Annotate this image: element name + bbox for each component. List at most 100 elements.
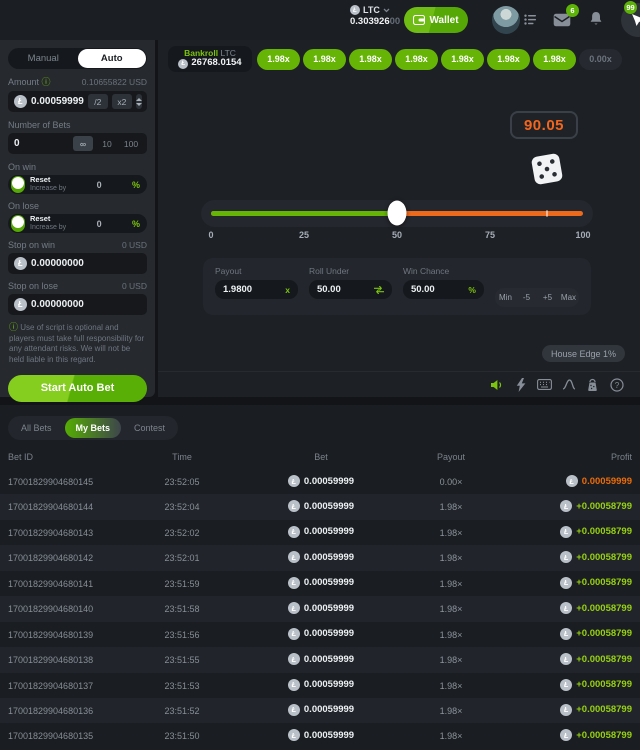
win-chance-min-button[interactable]: Min xyxy=(495,288,516,307)
bets-100-button[interactable]: 100 xyxy=(121,136,141,151)
table-row: 1700182990468013623:51:52Ł0.000599991.98… xyxy=(0,698,640,723)
bet-id[interactable]: 17001829904680136 xyxy=(8,706,93,716)
multiplier-pill: 0.00x xyxy=(579,49,622,70)
bell-icon[interactable] xyxy=(589,11,603,27)
start-auto-bet-button[interactable]: Start Auto Bet xyxy=(8,375,147,402)
bet-amount: Ł0.00059999 xyxy=(236,577,406,589)
wallet-button[interactable]: Wallet xyxy=(404,7,468,33)
ltc-coin-icon: Ł xyxy=(560,628,572,640)
infinity-bets-button[interactable]: ∞ xyxy=(73,136,93,151)
on-win-value[interactable]: 0 xyxy=(71,180,127,190)
bet-profit: Ł+0.00058799 xyxy=(560,679,632,691)
amount-value: 0.00059999 xyxy=(31,96,84,107)
on-lose-value[interactable]: 0 xyxy=(71,219,127,229)
bet-id[interactable]: 17001829904680144 xyxy=(8,502,93,512)
swap-direction-icon[interactable] xyxy=(374,286,384,294)
amount-stepper[interactable] xyxy=(136,94,142,109)
ltc-coin-icon: Ł xyxy=(178,59,188,69)
bet-profit-value: 0.00059999 xyxy=(582,476,632,487)
sound-icon[interactable] xyxy=(489,377,504,392)
help-icon[interactable]: ? xyxy=(609,377,624,392)
ltc-coin-icon: Ł xyxy=(288,551,300,563)
bet-controls-sidebar: Manual Auto Amount ⓘ 0.10655822 USD Ł 0.… xyxy=(0,40,155,397)
amount-input[interactable]: Ł 0.00059999 /2 x2 xyxy=(8,91,147,112)
bet-profit-value: +0.00058799 xyxy=(576,552,632,563)
bet-id[interactable]: 17001829904680138 xyxy=(8,655,93,665)
bet-id[interactable]: 17001829904680143 xyxy=(8,528,93,538)
roll-under-input[interactable]: 50.00 xyxy=(309,280,392,299)
roll-slider xyxy=(201,200,593,227)
live-stats-icon[interactable] xyxy=(561,377,576,392)
bet-payout: 1.98× xyxy=(406,553,496,563)
bet-amount: Ł0.00059999 xyxy=(236,475,406,487)
balance-dim-digits: 00 xyxy=(390,16,401,27)
bet-profit-value: +0.00058799 xyxy=(576,704,632,715)
ltc-coin-icon: Ł xyxy=(566,475,578,487)
tab-auto[interactable]: Auto xyxy=(78,49,147,68)
hotkeys-keyboard-icon[interactable] xyxy=(537,377,552,392)
stop-on-win-value: 0.00000000 xyxy=(31,258,141,269)
slider-track[interactable] xyxy=(211,211,583,216)
bet-id[interactable]: 17001829904680145 xyxy=(8,477,93,487)
bet-id[interactable]: 17001829904680142 xyxy=(8,553,93,563)
bet-amount-value: 0.00059999 xyxy=(304,603,354,614)
avatar[interactable] xyxy=(492,6,520,34)
number-of-bets-input[interactable]: 0 ∞ 10 100 xyxy=(8,133,147,154)
bet-id[interactable]: 17001829904680135 xyxy=(8,731,93,741)
ltc-coin-icon: Ł xyxy=(560,653,572,665)
multiplier-pill: 1.98x xyxy=(349,49,392,70)
win-chance-plus-5-button[interactable]: +5 xyxy=(537,288,558,307)
bet-id[interactable]: 17001829904680139 xyxy=(8,630,93,640)
script-disclaimer: ⓘ Use of script is optional and players … xyxy=(8,322,147,366)
tab-my-bets[interactable]: My Bets xyxy=(65,418,122,438)
on-win-toggle-labels: Reset Increase by xyxy=(30,176,66,193)
bet-amount: Ł0.00059999 xyxy=(236,500,406,512)
currency-selector[interactable]: Ł LTC 0.30392600 xyxy=(350,5,400,27)
bet-time: 23:51:59 xyxy=(140,579,224,589)
stop-on-lose-input[interactable]: Ł 0.00000000 xyxy=(8,294,147,315)
bet-payout: 1.98× xyxy=(406,655,496,665)
bet-amount: Ł0.00059999 xyxy=(236,602,406,614)
ltc-coin-icon: Ł xyxy=(14,257,27,270)
slider-tick-label: 50 xyxy=(392,230,402,240)
tab-manual[interactable]: Manual xyxy=(9,49,78,68)
bet-time: 23:51:56 xyxy=(140,630,224,640)
slider-handle[interactable] xyxy=(388,200,407,225)
slider-tick-label: 75 xyxy=(485,230,495,240)
win-chance-max-button[interactable]: Max xyxy=(558,288,579,307)
bet-id[interactable]: 17001829904680137 xyxy=(8,681,93,691)
bet-amount-value: 0.00059999 xyxy=(304,552,354,563)
roll-result: 90.05 xyxy=(510,111,578,139)
bet-id[interactable]: 17001829904680140 xyxy=(8,604,93,614)
bet-time: 23:51:50 xyxy=(140,731,224,741)
top-bar: Ł LTC 0.30392600 Wallet 6 99 xyxy=(0,0,640,40)
balance-value: 0.303926 xyxy=(350,16,390,27)
bet-amount-value: 0.00059999 xyxy=(304,476,354,487)
on-lose-toggle[interactable] xyxy=(11,215,25,232)
ltc-coin-icon: Ł xyxy=(288,704,300,716)
stop-on-win-converted: 0 USD xyxy=(122,240,147,250)
multiplier-pill: 1.98x xyxy=(533,49,576,70)
rank-list-icon[interactable] xyxy=(524,14,537,25)
bets-10-button[interactable]: 10 xyxy=(97,136,117,151)
bet-profit-value: +0.00058799 xyxy=(576,603,632,614)
amount-converted: 0.10655822 USD xyxy=(82,77,147,87)
stop-on-win-input[interactable]: Ł 0.00000000 xyxy=(8,253,147,274)
double-amount-button[interactable]: x2 xyxy=(112,94,132,109)
stop-on-lose-label: Stop on lose xyxy=(8,281,58,291)
ltc-coin-icon: Ł xyxy=(288,577,300,589)
number-of-bets-label: Number of Bets xyxy=(8,120,147,130)
ltc-coin-icon: Ł xyxy=(560,679,572,691)
table-row: 1700182990468014223:52:01Ł0.000599991.98… xyxy=(0,545,640,570)
win-chance-minus-5-button[interactable]: -5 xyxy=(516,288,537,307)
win-chance-input[interactable]: 50.00 % xyxy=(403,280,484,299)
tab-contest[interactable]: Contest xyxy=(123,418,176,438)
turbo-bolt-icon[interactable] xyxy=(513,377,528,392)
table-row: 1700182990468014023:51:58Ł0.000599991.98… xyxy=(0,596,640,621)
half-amount-button[interactable]: /2 xyxy=(88,94,108,109)
on-win-toggle[interactable] xyxy=(11,176,25,193)
payout-input[interactable]: 1.9800 x xyxy=(215,280,298,299)
bet-id[interactable]: 17001829904680141 xyxy=(8,579,93,589)
seed-shaker-icon[interactable] xyxy=(585,377,600,392)
tab-all-bets[interactable]: All Bets xyxy=(10,418,63,438)
